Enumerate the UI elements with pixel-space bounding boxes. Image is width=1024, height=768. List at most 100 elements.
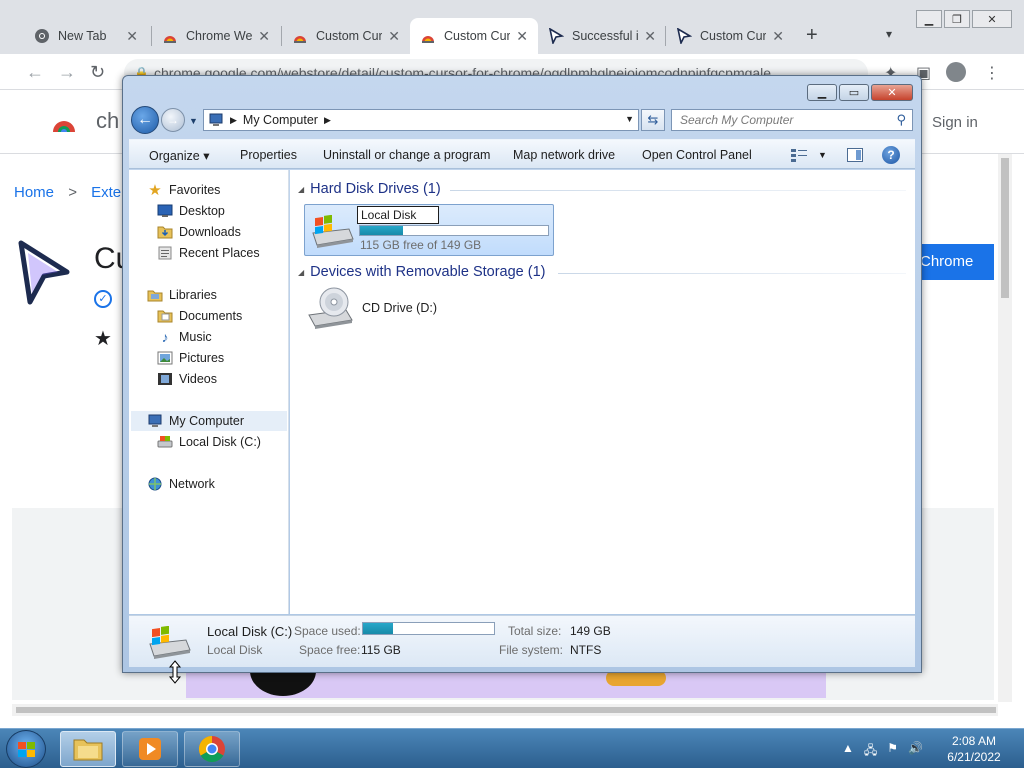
close-icon[interactable]: ✕ bbox=[972, 10, 1012, 28]
media-player-icon bbox=[139, 738, 161, 760]
tab-title: Custom Cur bbox=[444, 29, 511, 43]
breadcrumb-arrow-icon[interactable]: ▶ bbox=[324, 115, 331, 126]
minimize-icon[interactable]: ▁ bbox=[916, 10, 942, 28]
taskbar-media-player-button[interactable] bbox=[122, 731, 178, 767]
restore-icon[interactable]: ❐ bbox=[944, 10, 970, 28]
uninstall-program-button[interactable]: Uninstall or change a program bbox=[323, 148, 490, 162]
tab-close-icon[interactable]: ✕ bbox=[388, 28, 400, 45]
clock[interactable]: 2:08 AM 6/21/2022 bbox=[934, 733, 1014, 765]
breadcrumb-arrow-icon[interactable]: ▶ bbox=[230, 115, 237, 126]
cd-drive-label[interactable]: CD Drive (D:) bbox=[362, 301, 437, 315]
taskbar-chrome-button[interactable] bbox=[184, 731, 240, 767]
add-to-chrome-button[interactable]: Chrome bbox=[916, 244, 994, 280]
new-tab-icon[interactable]: + bbox=[806, 24, 818, 47]
music-icon: ♪ bbox=[161, 329, 169, 345]
tab-custom-cursor-1[interactable]: Custom Cur ✕ bbox=[282, 18, 410, 54]
taskbar-explorer-button[interactable] bbox=[60, 731, 116, 767]
forward-arrow-icon[interactable]: → bbox=[58, 62, 76, 83]
tab-close-icon[interactable]: ✕ bbox=[126, 28, 138, 45]
details-drive-type: Local Disk bbox=[207, 643, 263, 657]
tab-close-icon[interactable]: ✕ bbox=[258, 28, 270, 45]
rating-star-icon: ★ bbox=[94, 328, 112, 350]
reload-icon[interactable]: ↻ bbox=[90, 62, 105, 83]
cd-drive-icon[interactable] bbox=[306, 285, 354, 331]
start-button[interactable] bbox=[6, 730, 46, 768]
network-status-icon[interactable]: 🖧 bbox=[864, 741, 877, 762]
tab-new-tab[interactable]: New Tab ✕ bbox=[24, 18, 148, 54]
rename-input[interactable]: Local Disk bbox=[357, 206, 439, 224]
scrollbar-thumb[interactable] bbox=[1001, 158, 1009, 298]
forward-arrow-icon[interactable]: → bbox=[161, 108, 185, 132]
collapse-triangle-icon[interactable]: ◢ bbox=[298, 268, 304, 277]
tab-close-icon[interactable]: ✕ bbox=[644, 28, 656, 45]
address-location[interactable]: My Computer bbox=[243, 113, 318, 127]
nav-label: Music bbox=[179, 330, 212, 344]
group-header-removable-storage[interactable]: ◢ Devices with Removable Storage (1) bbox=[298, 264, 545, 280]
nav-local-disk-c[interactable]: Local Disk (C:) bbox=[157, 432, 261, 452]
more-menu-icon[interactable]: ⋮ bbox=[984, 63, 1000, 83]
nav-label: Downloads bbox=[179, 225, 241, 239]
verified-icon: ✓ bbox=[94, 290, 112, 308]
action-center-flag-icon[interactable]: ⚑ bbox=[887, 741, 898, 762]
horizontal-scrollbar[interactable] bbox=[12, 704, 998, 716]
help-icon[interactable]: ? bbox=[882, 146, 900, 164]
map-network-drive-button[interactable]: Map network drive bbox=[513, 148, 615, 162]
nav-desktop[interactable]: Desktop bbox=[157, 201, 225, 221]
tab-search-chevron-icon[interactable]: ▾ bbox=[886, 27, 892, 41]
tab-chrome-web-store[interactable]: Chrome We ✕ bbox=[152, 18, 280, 54]
content-pane: ◢ Hard Disk Drives (1) Local Disk 115 GB… bbox=[290, 170, 915, 614]
breadcrumb-home[interactable]: Home bbox=[14, 184, 54, 201]
search-icon[interactable]: ⚲ bbox=[896, 112, 906, 128]
preview-pane-icon[interactable] bbox=[847, 148, 863, 162]
scrollbar-thumb[interactable] bbox=[16, 707, 996, 713]
nav-libraries[interactable]: Libraries bbox=[147, 285, 217, 305]
clock-time: 2:08 AM bbox=[951, 734, 997, 748]
organize-button[interactable]: Organize ▾ bbox=[149, 148, 209, 163]
nav-music[interactable]: ♪ Music bbox=[157, 327, 212, 347]
show-hidden-icons-icon[interactable]: ▲ bbox=[842, 741, 854, 762]
nav-documents[interactable]: Documents bbox=[157, 306, 242, 326]
recent-places-icon bbox=[157, 245, 173, 261]
nav-label: Videos bbox=[179, 372, 217, 386]
change-view-icon[interactable] bbox=[791, 148, 807, 162]
nav-videos[interactable]: Videos bbox=[157, 369, 217, 389]
nav-favorites[interactable]: ★ Favorites bbox=[147, 180, 220, 200]
desktop-text-fragment: D bbox=[0, 162, 8, 174]
nav-label: Desktop bbox=[179, 204, 225, 218]
collapse-triangle-icon[interactable]: ◢ bbox=[298, 185, 304, 194]
nav-downloads[interactable]: Downloads bbox=[157, 222, 241, 242]
desktop-icon bbox=[157, 203, 173, 219]
view-options-chevron-icon[interactable]: ▼ bbox=[818, 150, 827, 160]
explorer-address-bar[interactable]: ▶ My Computer ▶ ▼ bbox=[203, 109, 639, 131]
tab-close-icon[interactable]: ✕ bbox=[772, 28, 784, 45]
maximize-icon[interactable]: ▭ bbox=[839, 84, 869, 101]
breadcrumb: Home > Exten bbox=[14, 184, 129, 201]
open-control-panel-button[interactable]: Open Control Panel bbox=[642, 148, 752, 162]
tab-successful[interactable]: Successful i ✕ bbox=[538, 18, 666, 54]
refresh-icon[interactable]: ⇆ bbox=[641, 109, 665, 131]
group-header-hard-disk-drives[interactable]: ◢ Hard Disk Drives (1) bbox=[298, 181, 441, 197]
tab-custom-cursor-active[interactable]: Custom Cur ✕ bbox=[410, 18, 538, 54]
minimize-icon[interactable]: ▁ bbox=[807, 84, 837, 101]
search-input[interactable]: Search My Computer ⚲ bbox=[671, 109, 913, 131]
nav-my-computer[interactable]: My Computer bbox=[131, 411, 287, 431]
sign-in-link[interactable]: Sign in bbox=[932, 114, 978, 131]
back-arrow-icon[interactable]: ← bbox=[131, 106, 159, 134]
drive-tile-local-disk[interactable]: Local Disk 115 GB free of 149 GB bbox=[304, 204, 554, 256]
nav-network[interactable]: Network bbox=[147, 474, 215, 494]
nav-pictures[interactable]: Pictures bbox=[157, 348, 224, 368]
tab-title: Custom Cur bbox=[700, 29, 767, 43]
close-icon[interactable]: ✕ bbox=[871, 84, 913, 101]
tab-close-icon[interactable]: ✕ bbox=[516, 28, 528, 45]
webstore-logo-icon[interactable] bbox=[50, 108, 78, 136]
properties-button[interactable]: Properties bbox=[240, 148, 297, 162]
profile-avatar[interactable] bbox=[946, 62, 966, 82]
address-dropdown-icon[interactable]: ▼ bbox=[625, 114, 634, 124]
nav-recent-places[interactable]: Recent Places bbox=[157, 243, 260, 263]
volume-icon[interactable]: 🔊 bbox=[908, 741, 923, 762]
recent-pages-chevron-icon[interactable]: ▼ bbox=[189, 116, 198, 126]
total-size-label: Total size: bbox=[508, 624, 562, 638]
back-arrow-icon[interactable]: ← bbox=[26, 62, 44, 83]
vertical-scrollbar[interactable] bbox=[998, 154, 1012, 702]
tab-custom-cursor-2[interactable]: Custom Cur ✕ bbox=[666, 18, 794, 54]
